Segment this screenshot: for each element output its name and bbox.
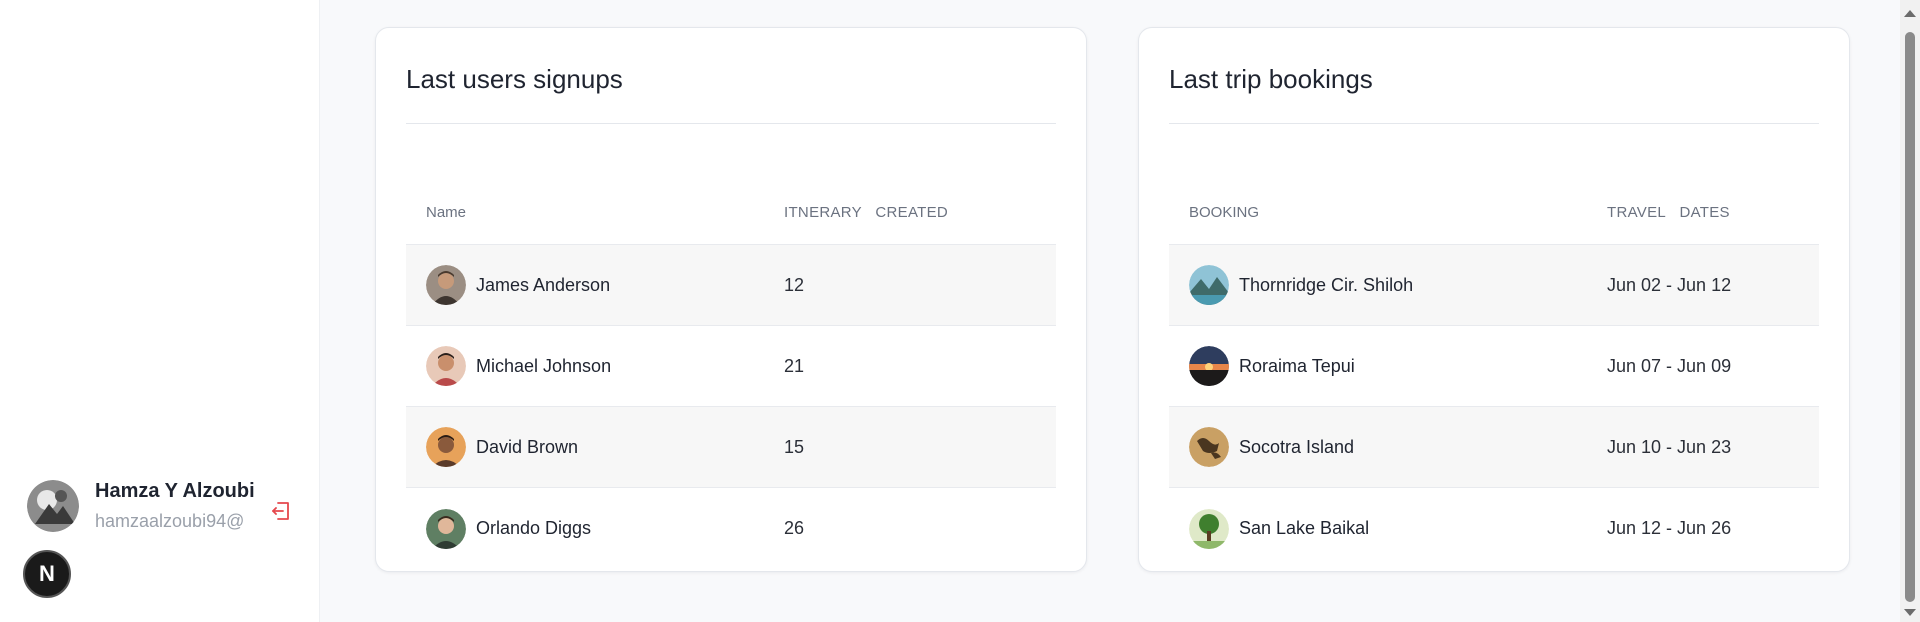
- avatar: [1189, 508, 1229, 549]
- divider: [1169, 123, 1819, 124]
- row-name: James Anderson: [476, 274, 611, 295]
- trips-table: BOOKING TRAVEL DATES Thornridge Cir. Shi…: [1169, 176, 1819, 569]
- scroll-thumb[interactable]: [1905, 32, 1915, 602]
- col-itinerary: ITNERARY: [784, 204, 862, 221]
- divider: [406, 123, 1056, 124]
- table-row[interactable]: San Lake Baikal Jun 12 - Jun 26: [1169, 488, 1819, 569]
- logout-icon[interactable]: [270, 500, 292, 522]
- table-row[interactable]: James Anderson 12: [406, 245, 1056, 326]
- avatar: [426, 346, 466, 386]
- table-header: BOOKING TRAVEL DATES: [1169, 176, 1819, 245]
- page-scrollbar[interactable]: [1900, 0, 1920, 622]
- user-avatar: [27, 480, 79, 532]
- col-booking: BOOKING: [1189, 204, 1260, 221]
- table-row[interactable]: Roraima Tepui Jun 07 - Jun 09: [1169, 326, 1819, 407]
- nextjs-badge[interactable]: N: [23, 550, 71, 598]
- avatar: [426, 427, 466, 467]
- table-row[interactable]: Orlando Diggs 26: [406, 488, 1056, 569]
- trip-bookings-card: Last trip bookings BOOKING TRAVEL DATES …: [1138, 27, 1850, 572]
- user-profile[interactable]: Hamza Y Alzoubi hamzaalzoubi94@: [27, 480, 255, 532]
- users-signups-card: Last users signups Name ITNERARY CREATED…: [375, 27, 1087, 572]
- col-created: CREATED: [875, 204, 949, 221]
- row-dates: Jun 02 - Jun 12: [1607, 274, 1732, 295]
- users-table: Name ITNERARY CREATED James Anderson 12: [406, 176, 1056, 569]
- row-name: Orlando Diggs: [476, 518, 592, 538]
- row-dates: Jun 10 - Jun 23: [1607, 436, 1732, 457]
- table-header: Name ITNERARY CREATED: [406, 176, 1056, 245]
- scroll-down-arrow-icon[interactable]: [1904, 609, 1916, 616]
- user-name: Hamza Y Alzoubi: [95, 480, 255, 502]
- avatar: [1189, 265, 1229, 305]
- row-value: 15: [784, 436, 805, 457]
- row-dates: Jun 12 - Jun 26: [1607, 518, 1732, 538]
- col-travel-dates: TRAVEL DATES: [1607, 204, 1730, 221]
- avatar: [1189, 346, 1229, 386]
- row-dates: Jun 07 - Jun 09: [1607, 355, 1732, 376]
- user-email: hamzaalzoubi94@: [95, 511, 245, 531]
- row-value: 26: [784, 518, 805, 538]
- row-value: 12: [784, 274, 805, 295]
- col-travel: TRAVEL: [1607, 204, 1667, 221]
- avatar: [1189, 427, 1229, 467]
- table-row[interactable]: Thornridge Cir. Shiloh Jun 02 - Jun 12: [1169, 245, 1819, 326]
- table-row[interactable]: David Brown 15: [406, 407, 1056, 488]
- row-name: Michael Johnson: [476, 355, 612, 376]
- table-row[interactable]: Michael Johnson 21: [406, 326, 1056, 407]
- row-name: San Lake Baikal: [1239, 518, 1370, 538]
- avatar: [426, 265, 466, 305]
- nextjs-badge-label: N: [39, 561, 55, 586]
- row-name: Roraima Tepui: [1239, 355, 1355, 376]
- table-row[interactable]: Socotra Island Jun 10 - Jun 23: [1169, 407, 1819, 488]
- row-name: Socotra Island: [1239, 436, 1355, 457]
- col-name: Name: [426, 204, 467, 221]
- col-dates: DATES: [1679, 204, 1730, 221]
- row-name: Thornridge Cir. Shiloh: [1239, 274, 1414, 295]
- scroll-up-arrow-icon[interactable]: [1904, 10, 1916, 17]
- row-value: 21: [784, 355, 805, 376]
- row-name: David Brown: [476, 436, 579, 457]
- col-itinerary-created: ITNERARY CREATED: [784, 204, 948, 221]
- users-card-title: Last users signups: [406, 64, 623, 94]
- main-content: Last users signups Name ITNERARY CREATED…: [320, 0, 1900, 622]
- trips-card-title: Last trip bookings: [1169, 64, 1373, 94]
- avatar: [426, 508, 466, 549]
- sidebar: Hamza Y Alzoubi hamzaalzoubi94@ N: [0, 0, 320, 622]
